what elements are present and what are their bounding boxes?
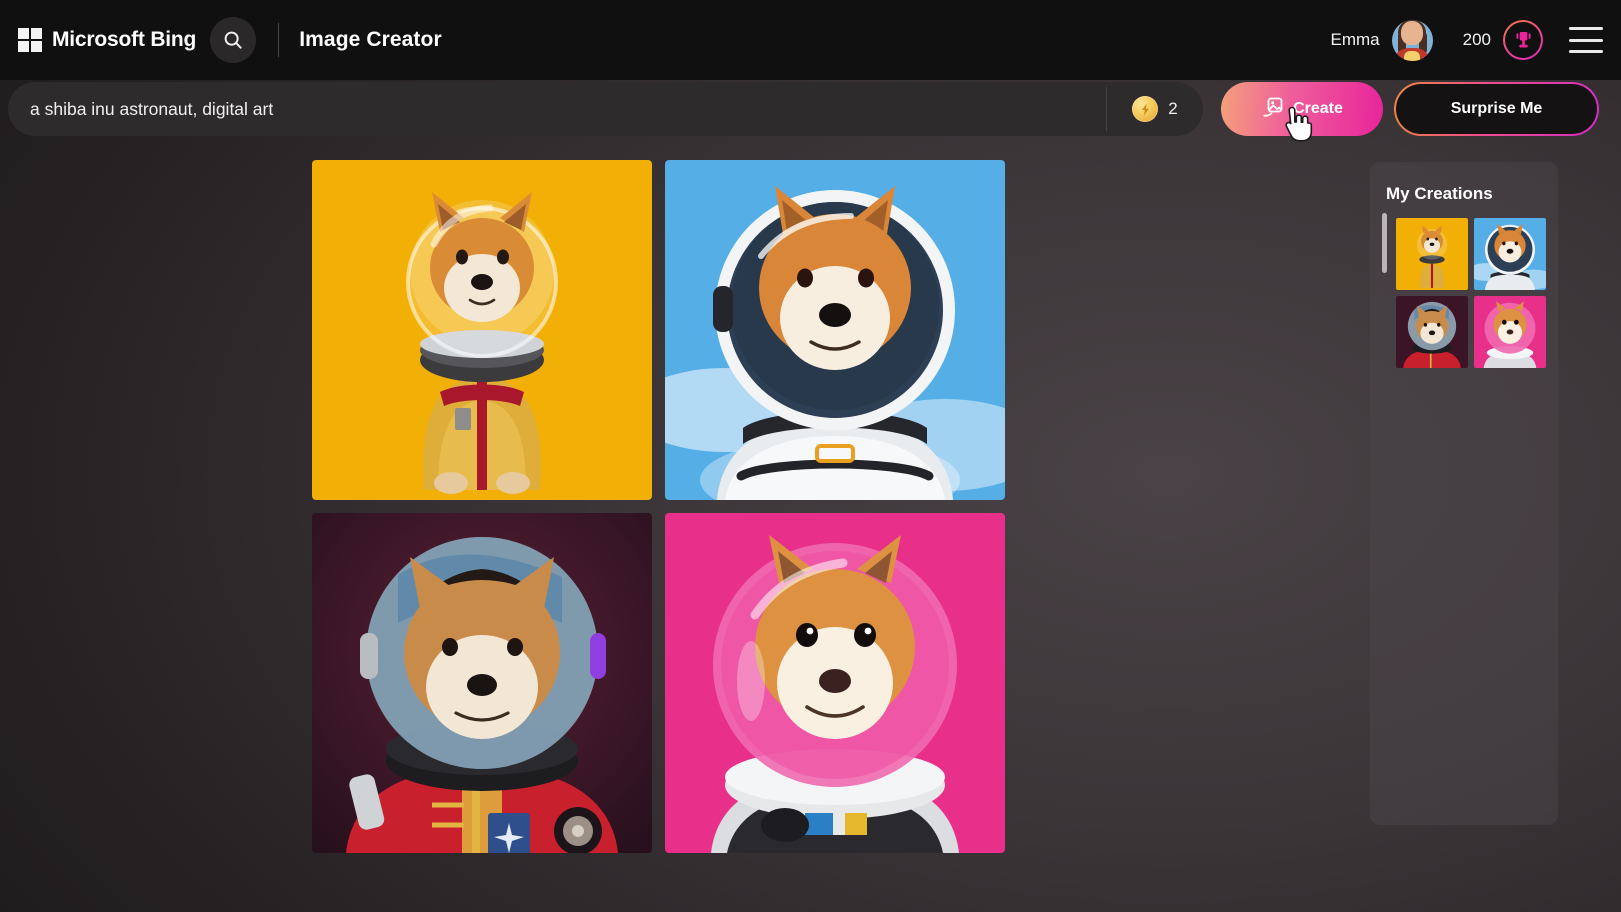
header-right-group: Emma 200 bbox=[1330, 19, 1621, 61]
rewards-points-label: 200 bbox=[1462, 30, 1491, 49]
microsoft-logo-icon bbox=[18, 28, 42, 52]
rewards-trophy-icon[interactable] bbox=[1503, 20, 1543, 60]
bing-brand[interactable]: Microsoft Bing bbox=[18, 28, 196, 52]
result-image-3[interactable] bbox=[312, 513, 652, 853]
prompt-bar: 2 bbox=[8, 82, 1203, 136]
my-creations-thumbnail-grid bbox=[1396, 218, 1546, 368]
create-button-label: Create bbox=[1293, 100, 1343, 117]
image-creator-page: Microsoft Bing Image Creator Emma 200 a … bbox=[0, 0, 1621, 912]
top-header-bar: Microsoft Bing Image Creator Emma 200 bbox=[0, 0, 1621, 80]
page-title: Image Creator bbox=[299, 28, 442, 51]
creation-thumb-4[interactable] bbox=[1474, 296, 1546, 368]
hamburger-menu-icon[interactable] bbox=[1569, 27, 1603, 53]
header-divider bbox=[278, 23, 280, 57]
creation-thumb-2[interactable] bbox=[1474, 218, 1546, 290]
search-icon[interactable] bbox=[210, 17, 257, 63]
result-image-1[interactable] bbox=[312, 160, 652, 500]
my-creations-title: My Creations bbox=[1386, 184, 1493, 203]
boost-coin-icon bbox=[1132, 96, 1159, 122]
my-creations-scrollbar[interactable] bbox=[1382, 213, 1387, 273]
result-image-4[interactable] bbox=[665, 513, 1005, 853]
creation-thumb-1[interactable] bbox=[1396, 218, 1468, 290]
prompt-pill: 2 bbox=[8, 82, 1203, 136]
brand-name-label: Microsoft Bing bbox=[52, 28, 197, 51]
result-image-2[interactable] bbox=[665, 160, 1005, 500]
results-grid bbox=[312, 160, 1005, 853]
avatar[interactable] bbox=[1391, 19, 1433, 61]
user-name-label: Emma bbox=[1330, 30, 1380, 49]
prompt-input[interactable] bbox=[8, 82, 1106, 136]
surprise-me-button[interactable]: Surprise Me bbox=[1394, 82, 1599, 136]
my-creations-panel: My Creations bbox=[1370, 162, 1558, 825]
image-plus-icon bbox=[1261, 95, 1285, 124]
surprise-me-label: Surprise Me bbox=[1450, 100, 1543, 117]
create-button[interactable]: Create bbox=[1221, 82, 1383, 136]
boost-token-count: 2 bbox=[1168, 99, 1178, 118]
creation-thumb-3[interactable] bbox=[1396, 296, 1468, 368]
boost-token-counter[interactable]: 2 bbox=[1107, 96, 1203, 122]
